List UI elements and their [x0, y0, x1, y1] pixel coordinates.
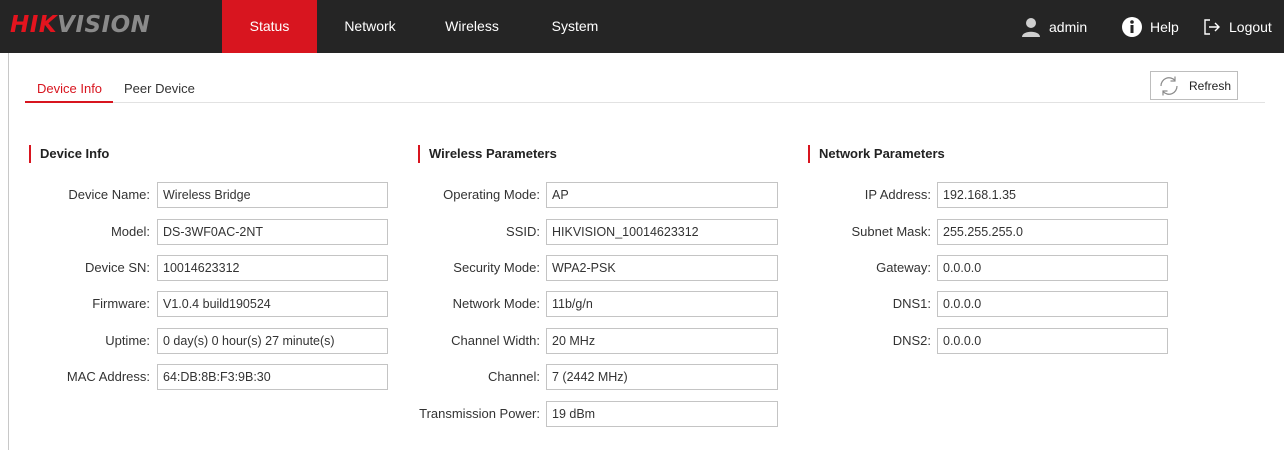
ssid-label: SSID:	[506, 224, 540, 239]
transmission-power-field[interactable]: 19 dBm	[546, 401, 778, 427]
refresh-button[interactable]: Refresh	[1150, 71, 1238, 100]
security-mode-label: Security Mode:	[453, 260, 540, 275]
device-sn-label: Device SN:	[84, 260, 150, 275]
channel-label: Channel:	[487, 369, 540, 384]
section-title-network: Network Parameters	[808, 145, 945, 163]
mac-address-label: MAC Address:	[66, 369, 150, 384]
tab-device-info[interactable]: Device Info	[37, 81, 102, 96]
nav-status[interactable]: Status	[222, 0, 317, 53]
gateway-label: Gateway:	[876, 260, 931, 275]
firmware-label: Firmware:	[92, 296, 150, 311]
hikvision-logo: HIKVISION	[10, 12, 150, 38]
gateway-field[interactable]: 0.0.0.0	[937, 255, 1168, 281]
uptime-label: Uptime:	[105, 333, 150, 348]
username-label: admin	[1049, 18, 1088, 35]
operating-mode-field[interactable]: AP	[546, 182, 778, 208]
content-border	[8, 53, 9, 450]
logout-arrow-icon	[1204, 18, 1220, 35]
refresh-icon	[1160, 76, 1178, 95]
logout-button[interactable]: Logout	[1203, 0, 1272, 53]
dns2-label: DNS2:	[892, 333, 931, 348]
tab-peer-device[interactable]: Peer Device	[124, 81, 195, 96]
dns1-field[interactable]: 0.0.0.0	[937, 291, 1168, 317]
nav-wireless[interactable]: Wireless	[432, 0, 512, 53]
firmware-field[interactable]: V1.0.4 build190524	[157, 291, 388, 317]
operating-mode-label: Operating Mode:	[443, 187, 540, 202]
info-circle-icon	[1122, 16, 1142, 37]
subnet-mask-label: Subnet Mask:	[851, 224, 932, 239]
uptime-field[interactable]: 0 day(s) 0 hour(s) 27 minute(s)	[157, 328, 388, 354]
logout-label: Logout	[1229, 18, 1272, 35]
dns2-field[interactable]: 0.0.0.0	[937, 328, 1168, 354]
device-name-label: Device Name:	[68, 187, 150, 202]
ssid-field[interactable]: HIKVISION_10014623312	[546, 219, 778, 245]
subnet-mask-field[interactable]: 255.255.255.0	[937, 219, 1168, 245]
user-icon	[1022, 17, 1040, 37]
section-title-wireless: Wireless Parameters	[418, 145, 557, 163]
logo-part-vision: VISION	[57, 12, 151, 38]
logo-part-hik: HIK	[10, 12, 58, 38]
transmission-power-label: Transmission Power:	[419, 406, 540, 421]
channel-width-field[interactable]: 20 MHz	[546, 328, 778, 354]
channel-width-label: Channel Width:	[451, 333, 540, 348]
ip-address-field[interactable]: 192.168.1.35	[937, 182, 1168, 208]
nav-system[interactable]: System	[535, 0, 615, 53]
tabs-divider	[25, 102, 1265, 103]
help-label: Help	[1150, 18, 1179, 35]
nav-network[interactable]: Network	[330, 0, 410, 53]
network-mode-label: Network Mode:	[452, 296, 540, 311]
ip-address-label: IP Address:	[864, 187, 931, 202]
network-mode-field[interactable]: 11b/g/n	[546, 291, 778, 317]
section-title-device-info: Device Info	[29, 145, 109, 163]
user-menu[interactable]: admin	[1021, 0, 1087, 53]
top-bar: HIKVISION Status Network Wireless System…	[0, 0, 1284, 53]
model-field[interactable]: DS-3WF0AC-2NT	[157, 219, 388, 245]
help-button[interactable]: Help	[1122, 0, 1179, 53]
active-tab-indicator	[25, 101, 113, 103]
dns1-label: DNS1:	[892, 296, 931, 311]
mac-address-field[interactable]: 64:DB:8B:F3:9B:30	[157, 364, 388, 390]
device-sn-field[interactable]: 10014623312	[157, 255, 388, 281]
device-name-field[interactable]: Wireless Bridge	[157, 182, 388, 208]
channel-field[interactable]: 7 (2442 MHz)	[546, 364, 778, 390]
model-label: Model:	[110, 224, 150, 239]
security-mode-field[interactable]: WPA2-PSK	[546, 255, 778, 281]
refresh-label: Refresh	[1189, 78, 1232, 93]
